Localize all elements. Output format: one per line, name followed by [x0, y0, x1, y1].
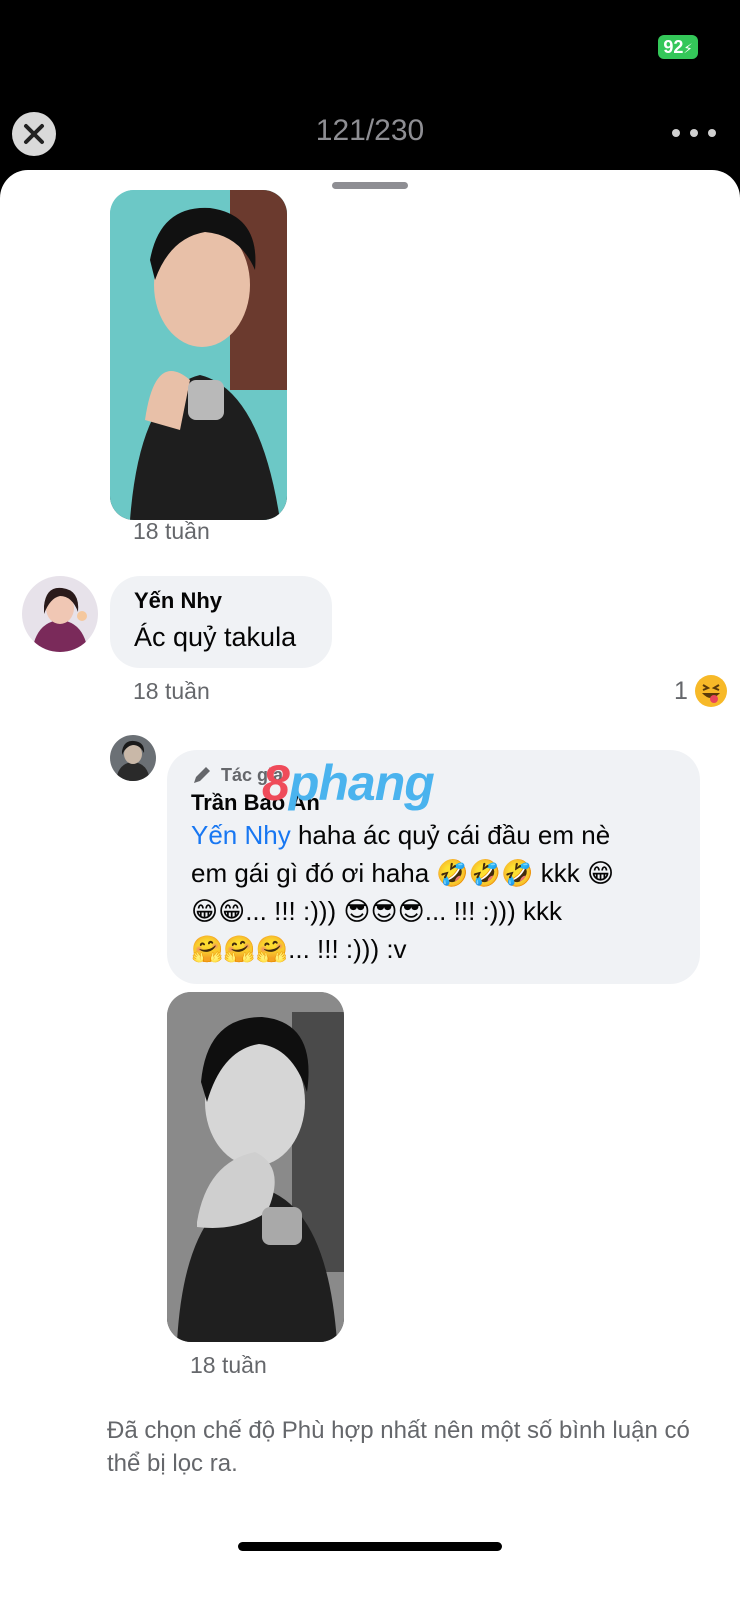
- photo-counter: 121/230: [315, 114, 425, 147]
- mention-link[interactable]: Yến Nhy: [191, 820, 291, 850]
- pencil-icon: [194, 767, 210, 783]
- comment-text-line: 😁😁... !!! :))) 😎😎😎... !!! :))) kkk: [191, 896, 562, 926]
- comment-photo[interactable]: [110, 190, 287, 520]
- reaction-summary[interactable]: 1: [674, 674, 728, 708]
- comment-time: 18 tuần: [190, 1352, 267, 1378]
- man-portrait-image: [167, 992, 344, 1342]
- comments-sheet[interactable]: 18 tuần Yến Nhy Ác quỷ takula 18 tuần 1: [0, 170, 740, 1600]
- filter-notice: Đã chọn chế độ Phù hợp nhất nên một số b…: [107, 1417, 690, 1477]
- avatar[interactable]: [110, 735, 156, 781]
- comment-photo[interactable]: [167, 992, 344, 1342]
- status-bar: 92⚡: [0, 0, 740, 90]
- comment-bubble[interactable]: Yến Nhy Ác quỷ takula: [110, 576, 332, 668]
- comment-text: Yến Nhy haha ác quỷ cái đầu em nè: [191, 820, 611, 850]
- battery-indicator: 92⚡: [658, 35, 698, 59]
- ellipsis-icon: [672, 129, 680, 137]
- sheet-grabber[interactable]: [332, 182, 408, 189]
- comment-text-line: 🤗🤗🤗... !!! :))) :v: [191, 934, 407, 964]
- comment-text-line: em gái gì đó ơi haha 🤣🤣🤣 kkk 😁: [191, 858, 615, 888]
- comment-text: Ác quỷ takula: [134, 622, 297, 652]
- watermark-logo: 8phang: [262, 755, 435, 811]
- charging-icon: ⚡: [683, 41, 693, 56]
- avatar[interactable]: [22, 576, 98, 652]
- comment-time: 18 tuần: [133, 518, 210, 544]
- home-indicator[interactable]: [238, 1542, 502, 1551]
- reaction-count: 1: [674, 676, 688, 705]
- squinting-tongue-emoji-icon: [694, 675, 727, 707]
- comment-time: 18 tuần: [133, 678, 210, 704]
- more-options-button[interactable]: [672, 118, 716, 148]
- comment-author[interactable]: Yến Nhy: [134, 588, 308, 614]
- viewer-top-bar: 121/230: [0, 100, 740, 170]
- man-selfie-image: [110, 190, 287, 520]
